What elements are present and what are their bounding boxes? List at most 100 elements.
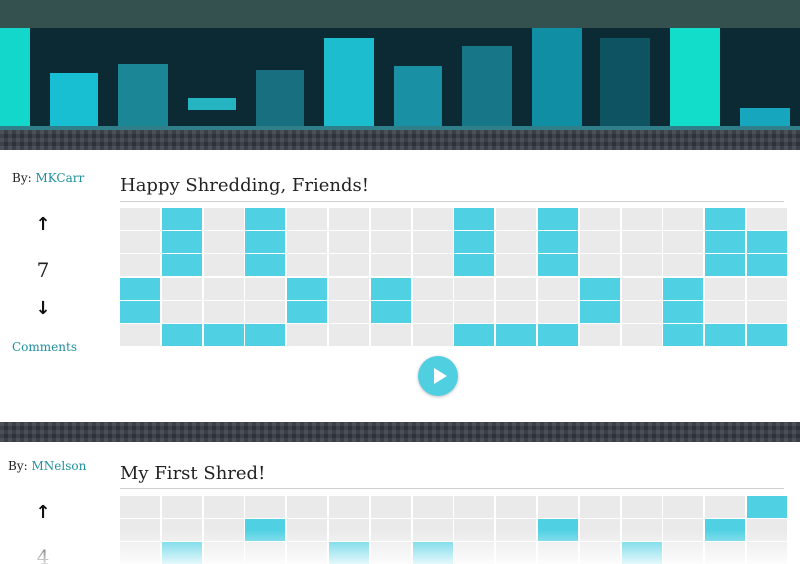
- step-cell[interactable]: [537, 208, 578, 230]
- step-cell[interactable]: [537, 496, 578, 518]
- step-cell[interactable]: [537, 519, 578, 542]
- step-cell[interactable]: [120, 519, 160, 542]
- step-cell[interactable]: [370, 254, 411, 277]
- step-cell[interactable]: [496, 208, 537, 230]
- step-cell[interactable]: [579, 542, 620, 564]
- step-cell[interactable]: [454, 254, 495, 277]
- step-cell[interactable]: [621, 519, 662, 542]
- step-cell[interactable]: [161, 277, 202, 300]
- step-cell[interactable]: [663, 519, 704, 542]
- step-cell[interactable]: [203, 300, 244, 323]
- step-cell[interactable]: [245, 542, 286, 564]
- step-cell[interactable]: [161, 519, 202, 542]
- step-cell[interactable]: [287, 300, 328, 323]
- post-title[interactable]: Happy Shredding, Friends!: [120, 175, 369, 196]
- step-cell[interactable]: [120, 208, 160, 230]
- step-cell[interactable]: [287, 277, 328, 300]
- step-cell[interactable]: [287, 208, 328, 230]
- step-cell[interactable]: [328, 254, 369, 277]
- step-cell[interactable]: [454, 300, 495, 323]
- step-cell[interactable]: [287, 542, 328, 564]
- step-cell[interactable]: [579, 519, 620, 542]
- step-cell[interactable]: [621, 254, 662, 277]
- step-cell[interactable]: [496, 496, 537, 518]
- step-cell[interactable]: [120, 323, 160, 346]
- step-cell[interactable]: [579, 496, 620, 518]
- post-title[interactable]: My First Shred!: [120, 463, 265, 484]
- step-cell[interactable]: [579, 277, 620, 300]
- step-cell[interactable]: [120, 277, 160, 300]
- step-cell[interactable]: [746, 323, 787, 346]
- step-cell[interactable]: [663, 323, 704, 346]
- step-cell[interactable]: [203, 496, 244, 518]
- step-cell[interactable]: [663, 208, 704, 230]
- step-cell[interactable]: [412, 323, 453, 346]
- comments-link[interactable]: Comments: [12, 340, 77, 354]
- step-cell[interactable]: [287, 254, 328, 277]
- step-cell[interactable]: [328, 300, 369, 323]
- step-cell[interactable]: [245, 231, 286, 254]
- step-cell[interactable]: [537, 323, 578, 346]
- step-cell[interactable]: [621, 496, 662, 518]
- step-cell[interactable]: [161, 254, 202, 277]
- step-cell[interactable]: [454, 208, 495, 230]
- step-cell[interactable]: [579, 254, 620, 277]
- step-cell[interactable]: [496, 231, 537, 254]
- step-cell[interactable]: [203, 277, 244, 300]
- step-cell[interactable]: [746, 208, 787, 230]
- step-cell[interactable]: [161, 208, 202, 230]
- step-cell[interactable]: [621, 542, 662, 564]
- step-cell[interactable]: [328, 208, 369, 230]
- step-cell[interactable]: [245, 277, 286, 300]
- step-cell[interactable]: [746, 542, 787, 564]
- step-cell[interactable]: [203, 519, 244, 542]
- step-cell[interactable]: [705, 542, 746, 564]
- step-cell[interactable]: [746, 300, 787, 323]
- step-cell[interactable]: [287, 496, 328, 518]
- step-cell[interactable]: [705, 231, 746, 254]
- step-cell[interactable]: [705, 496, 746, 518]
- step-cell[interactable]: [746, 496, 787, 518]
- step-cell[interactable]: [454, 323, 495, 346]
- step-cell[interactable]: [328, 277, 369, 300]
- step-cell[interactable]: [120, 496, 160, 518]
- author-link[interactable]: MNelson: [31, 459, 86, 473]
- step-cell[interactable]: [621, 208, 662, 230]
- step-cell[interactable]: [203, 208, 244, 230]
- step-cell[interactable]: [496, 519, 537, 542]
- step-cell[interactable]: [412, 496, 453, 518]
- step-cell[interactable]: [203, 231, 244, 254]
- step-cell[interactable]: [621, 277, 662, 300]
- step-cell[interactable]: [705, 254, 746, 277]
- step-cell[interactable]: [705, 323, 746, 346]
- step-cell[interactable]: [579, 323, 620, 346]
- step-cell[interactable]: [412, 519, 453, 542]
- step-cell[interactable]: [496, 323, 537, 346]
- step-cell[interactable]: [621, 323, 662, 346]
- step-cell[interactable]: [245, 300, 286, 323]
- step-cell[interactable]: [161, 231, 202, 254]
- step-cell[interactable]: [245, 496, 286, 518]
- step-cell[interactable]: [454, 277, 495, 300]
- author-link[interactable]: MKCarr: [35, 171, 84, 185]
- step-cell[interactable]: [454, 519, 495, 542]
- step-cell[interactable]: [663, 277, 704, 300]
- step-cell[interactable]: [287, 519, 328, 542]
- step-cell[interactable]: [746, 277, 787, 300]
- step-cell[interactable]: [412, 208, 453, 230]
- step-cell[interactable]: [621, 231, 662, 254]
- step-cell[interactable]: [370, 519, 411, 542]
- step-cell[interactable]: [496, 254, 537, 277]
- step-cell[interactable]: [161, 323, 202, 346]
- step-cell[interactable]: [287, 231, 328, 254]
- step-cell[interactable]: [454, 496, 495, 518]
- step-cell[interactable]: [663, 542, 704, 564]
- step-cell[interactable]: [412, 542, 453, 564]
- step-cell[interactable]: [663, 496, 704, 518]
- step-cell[interactable]: [496, 542, 537, 564]
- step-cell[interactable]: [663, 300, 704, 323]
- step-cell[interactable]: [370, 231, 411, 254]
- step-cell[interactable]: [705, 277, 746, 300]
- step-cell[interactable]: [328, 496, 369, 518]
- arrow-down-icon[interactable]: ↓: [33, 299, 53, 319]
